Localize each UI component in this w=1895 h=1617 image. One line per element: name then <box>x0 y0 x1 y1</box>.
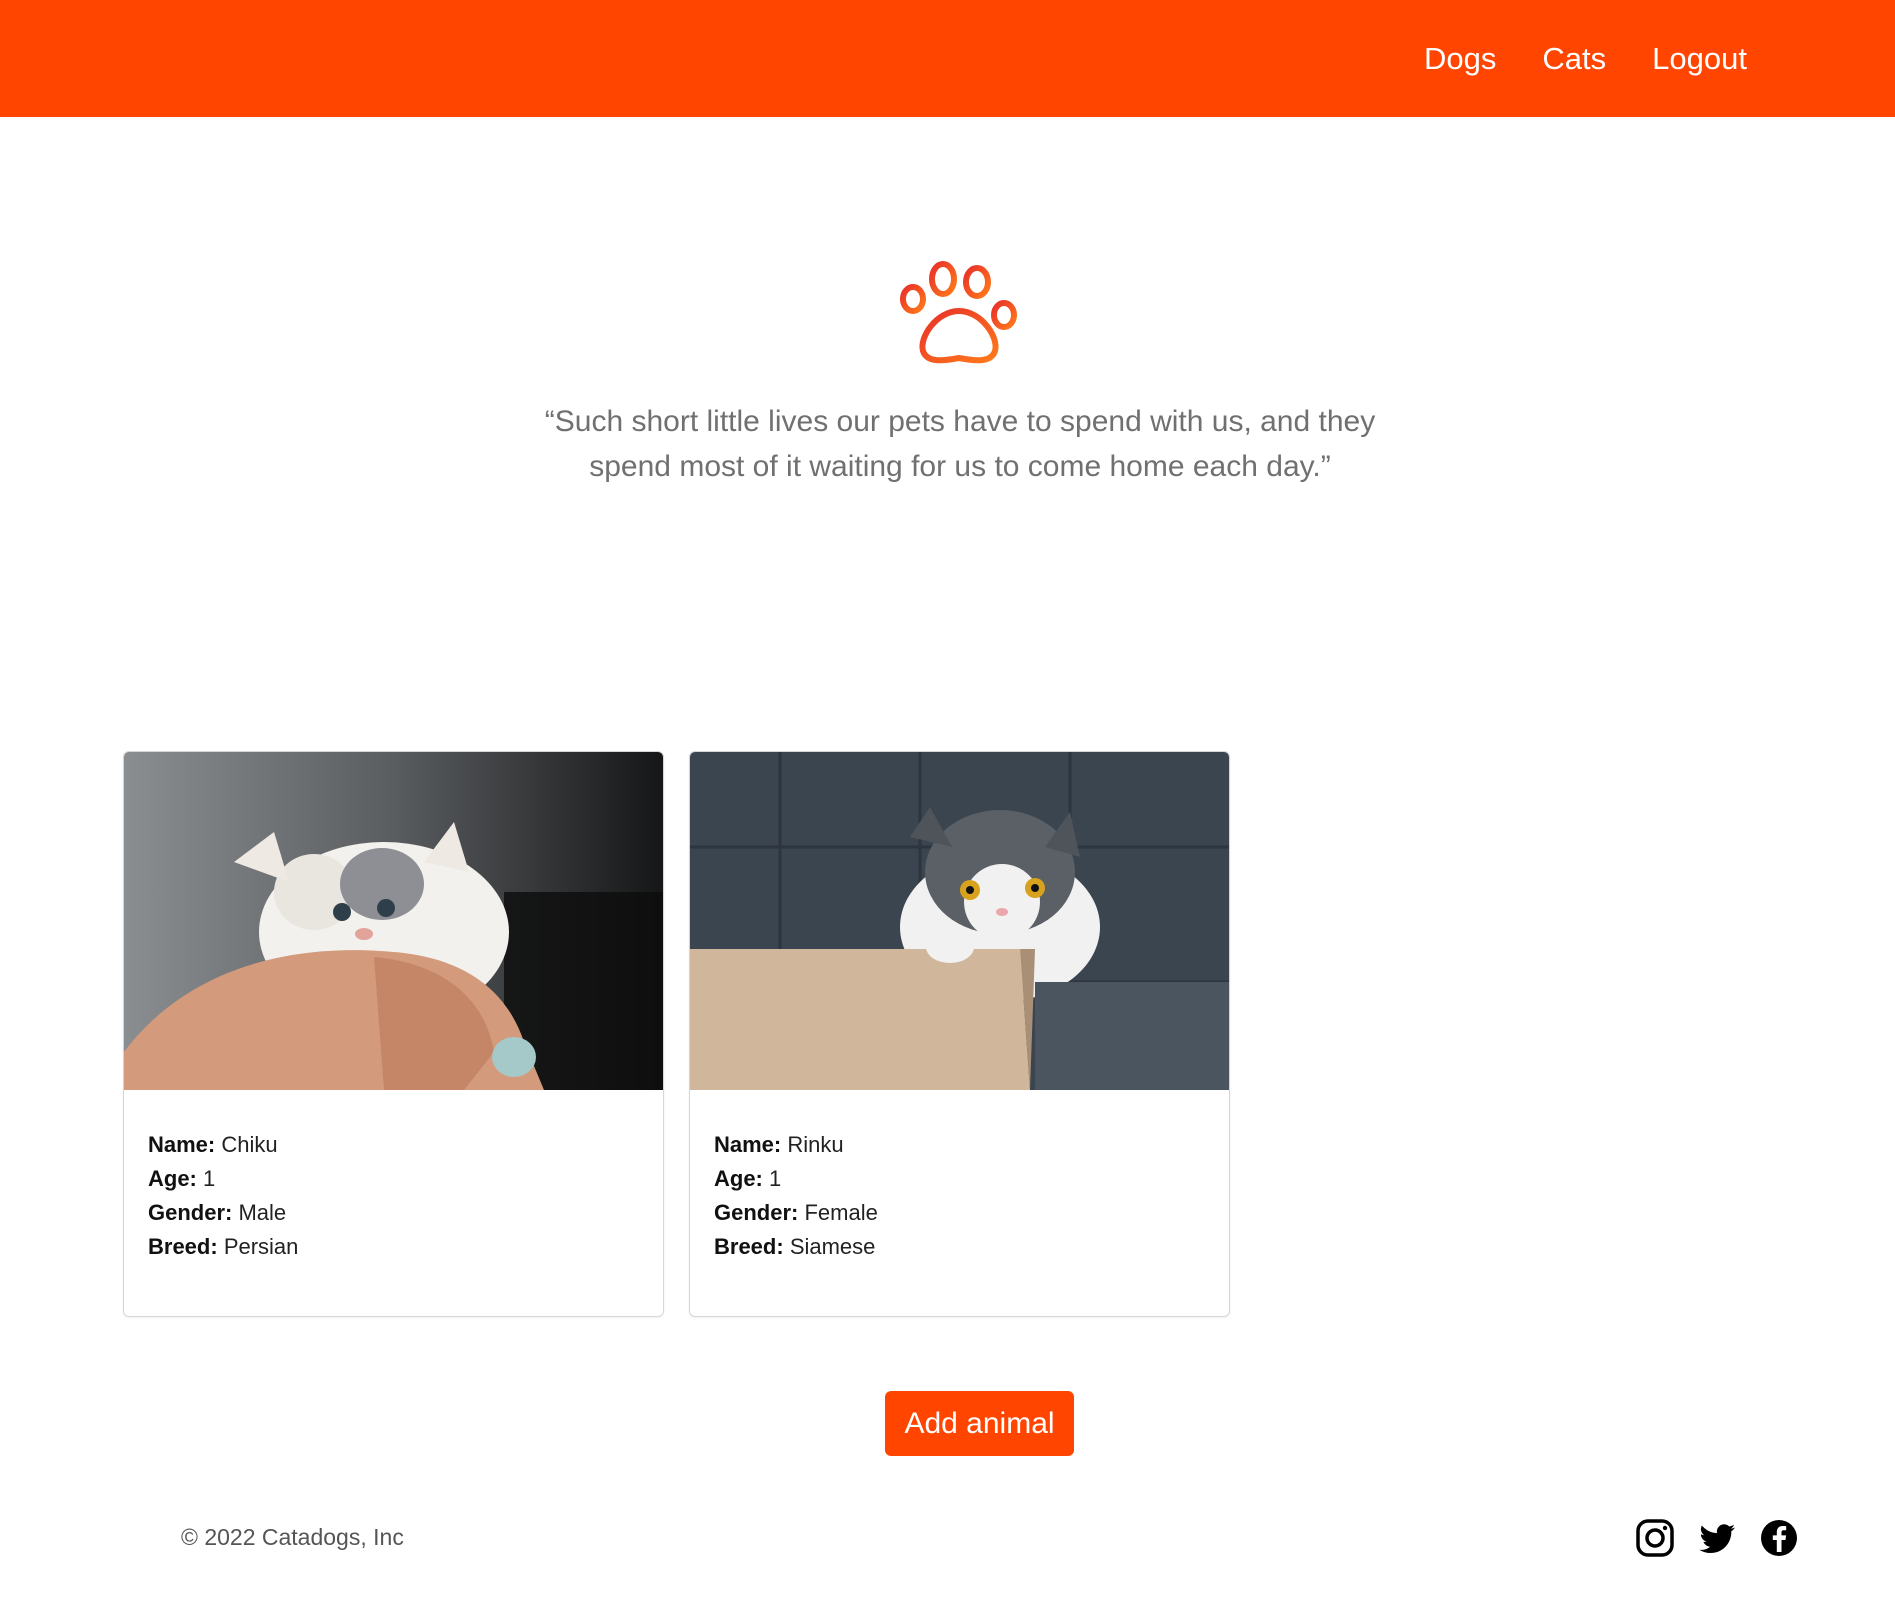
animal-name: Chiku <box>221 1132 278 1157</box>
kitten-photo <box>124 752 663 1090</box>
hero-quote: “Such short little lives our pets have t… <box>544 405 1376 483</box>
animal-breed: Siamese <box>789 1234 876 1259</box>
animal-card-list: Name: Chiku Age: 1 Gender: Male Breed: P… <box>123 751 1230 1317</box>
animal-gender-field: Gender: Male <box>148 1196 639 1230</box>
animal-card[interactable]: Name: Chiku Age: 1 Gender: Male Breed: P… <box>123 751 664 1317</box>
breed-label: Breed: <box>714 1234 784 1259</box>
name-label: Name: <box>148 1132 216 1157</box>
animal-breed-field: Breed: Siamese <box>714 1230 1205 1264</box>
twitter-icon[interactable] <box>1697 1518 1737 1558</box>
animal-age: 1 <box>203 1166 216 1191</box>
animal-gender-field: Gender: Female <box>714 1196 1205 1230</box>
gender-label: Gender: <box>148 1200 233 1225</box>
breed-label: Breed: <box>148 1234 218 1259</box>
animal-age-field: Age: 1 <box>148 1162 639 1196</box>
animal-details: Name: Chiku Age: 1 Gender: Male Breed: P… <box>124 1090 663 1264</box>
nav-logout-link[interactable]: Logout <box>1652 41 1747 77</box>
facebook-icon[interactable] <box>1759 1518 1799 1558</box>
animal-gender: Female <box>804 1200 878 1225</box>
instagram-icon[interactable] <box>1635 1518 1675 1558</box>
animal-breed: Persian <box>223 1234 299 1259</box>
top-navbar: Dogs Cats Logout <box>0 0 1895 117</box>
animal-details: Name: Rinku Age: 1 Gender: Female Breed:… <box>690 1090 1229 1264</box>
nav-cats-link[interactable]: Cats <box>1542 41 1606 77</box>
cat-in-box-photo <box>690 752 1229 1090</box>
add-animal-button[interactable]: Add animal <box>885 1391 1074 1456</box>
animal-age: 1 <box>769 1166 782 1191</box>
social-links <box>1635 1518 1799 1558</box>
animal-name-field: Name: Chiku <box>148 1128 639 1162</box>
animal-name: Rinku <box>787 1132 844 1157</box>
copyright-text: © 2022 Catadogs, Inc <box>181 1524 404 1550</box>
animal-name-field: Name: Rinku <box>714 1128 1205 1162</box>
animal-age-field: Age: 1 <box>714 1162 1205 1196</box>
nav-links: Dogs Cats Logout <box>1424 0 1747 117</box>
age-label: Age: <box>148 1166 197 1191</box>
gender-label: Gender: <box>714 1200 799 1225</box>
animal-breed-field: Breed: Persian <box>148 1230 639 1264</box>
age-label: Age: <box>714 1166 763 1191</box>
animal-card[interactable]: Name: Rinku Age: 1 Gender: Female Breed:… <box>689 751 1230 1317</box>
name-label: Name: <box>714 1132 782 1157</box>
animal-gender: Male <box>238 1200 287 1225</box>
paw-icon <box>900 261 1017 364</box>
hero-section: “Such short little lives our pets have t… <box>0 117 1895 617</box>
nav-dogs-link[interactable]: Dogs <box>1424 41 1496 77</box>
